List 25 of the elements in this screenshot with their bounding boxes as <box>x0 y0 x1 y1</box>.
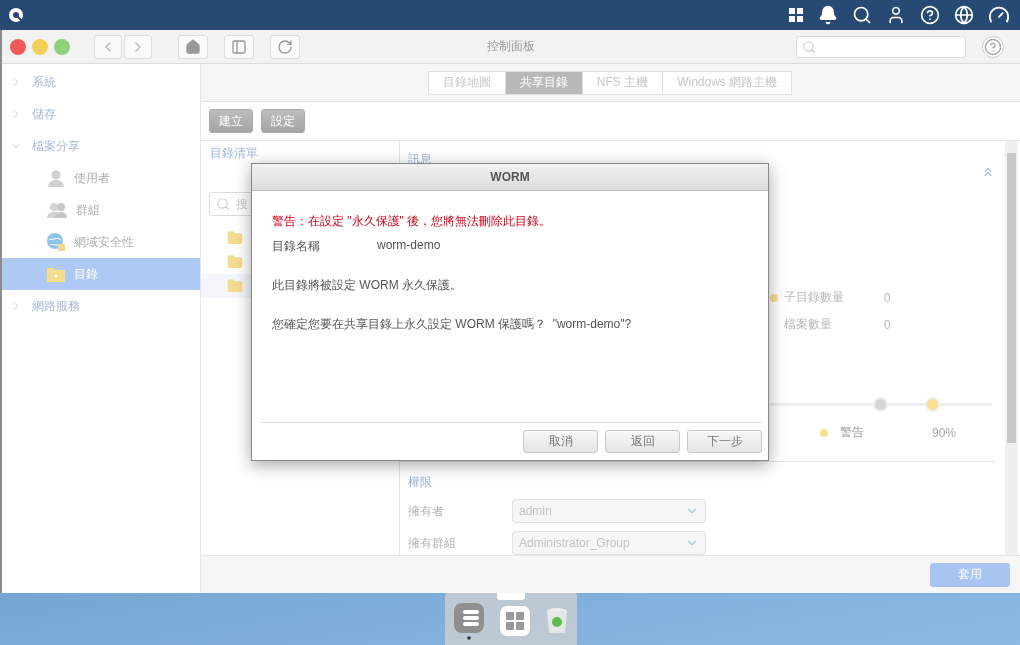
legend-value: 90% <box>932 425 957 440</box>
stat-label: 子目錄數量 <box>784 289 845 306</box>
sidebar-label: 儲存 <box>32 105 56 123</box>
legend-label: 警告 <box>840 424 864 442</box>
stat-value: 0 <box>884 317 892 332</box>
sidebar-label: 檔案分享 <box>32 137 80 155</box>
field-value: worm-demo <box>377 238 441 254</box>
field-label: 目錄名稱 <box>272 238 321 255</box>
sidebar-label: 使用者 <box>74 169 110 187</box>
sidebar-label: 目錄 <box>74 265 98 283</box>
section-title: 權限 <box>408 474 433 491</box>
sidebar-label: 群組 <box>76 201 100 219</box>
sidebar-label: 網路服務 <box>32 297 80 315</box>
dialog-title: WORM <box>252 164 768 191</box>
window-title: 控制面板 <box>487 38 535 55</box>
dialog-message: 此目錄將被設定 WORM 永久保護。 <box>272 277 463 294</box>
sidebar-label: 網域安全性 <box>74 233 134 251</box>
sidebar-label: 系統 <box>32 73 56 91</box>
stat-label: 檔案數量 <box>784 316 833 333</box>
dialog-message: 您確定您要在共享目錄上永久設定 WORM 保護嗎？ "worm-demo"? <box>272 316 633 333</box>
stat-value: 0 <box>884 290 892 305</box>
field-label: 擁有群組 <box>408 534 457 552</box>
warning-text: 警告：在設定 "永久保護" 後，您將無法刪除此目錄。 <box>272 213 553 230</box>
field-label: 擁有者 <box>408 502 445 520</box>
pane-title: 目錄清單 <box>209 145 259 162</box>
